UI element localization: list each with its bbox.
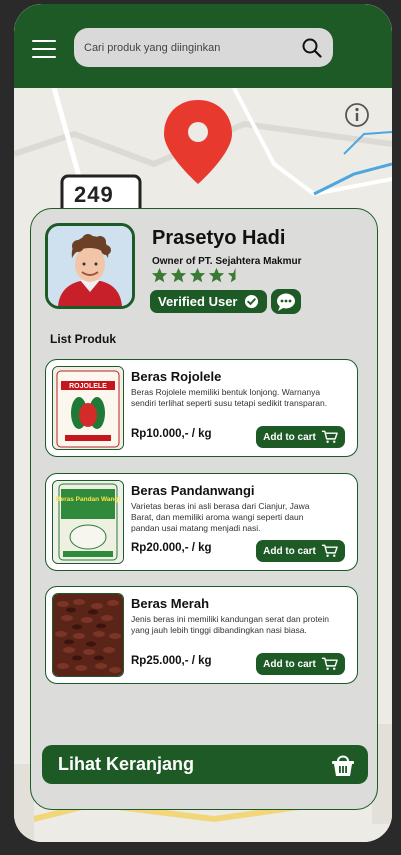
cart-icon	[321, 544, 338, 557]
verified-badge: Verified User	[150, 290, 267, 313]
view-cart-label: Lihat Keranjang	[58, 754, 195, 774]
half-star-icon	[227, 267, 236, 283]
product-price: Rp25.000,- / kg	[131, 655, 212, 667]
cart-icon	[321, 430, 338, 443]
seller-name: Prasetyo Hadi	[152, 227, 286, 249]
add-to-cart-button[interactable]: Add to cart	[256, 426, 345, 448]
view-cart-button[interactable]: Lihat Keranjang	[42, 745, 368, 784]
product-name: Beras Rojolele	[131, 369, 222, 384]
add-to-cart-label: Add to cart	[263, 545, 316, 557]
basket-icon	[332, 755, 354, 776]
info-icon[interactable]	[344, 102, 370, 128]
product-price: Rp10.000,- / kg	[131, 428, 212, 440]
product-name: Beras Merah	[131, 596, 210, 611]
product-image-merah	[52, 593, 124, 677]
add-to-cart-button[interactable]: Add to cart	[256, 653, 345, 675]
product-name: Beras Pandanwangi	[131, 483, 255, 498]
product-image-rojolele: ROJOLELE	[52, 366, 124, 450]
add-to-cart-button[interactable]: Add to cart	[256, 540, 345, 562]
top-bar	[14, 4, 392, 88]
seller-subtitle: Owner of PT. Sejahtera Makmur	[152, 256, 302, 267]
product-list-title: List Produk	[50, 332, 117, 346]
product-card-merah[interactable]: Beras Merah Jenis beras ini memiliki kan…	[45, 586, 358, 684]
cart-icon	[321, 657, 338, 670]
phone-screen: 249 Cari produk yang diinginkan Prasetyo…	[14, 4, 392, 842]
product-price: Rp20.000,- / kg	[131, 542, 212, 554]
product-card-pandanwangi[interactable]: Beras Pandan Wangi Beras Pandanwangi Var…	[45, 473, 358, 571]
add-to-cart-label: Add to cart	[263, 431, 316, 443]
chat-bubble-icon	[277, 293, 295, 311]
check-badge-icon	[244, 294, 258, 309]
search-input[interactable]	[84, 41, 301, 54]
road-number: 249	[74, 182, 114, 207]
search-bar[interactable]	[74, 28, 333, 67]
seller-avatar	[45, 223, 135, 309]
rojolele-bag-text: ROJOLELE	[69, 383, 107, 390]
menu-icon[interactable]	[32, 40, 56, 58]
search-icon[interactable]	[301, 37, 323, 59]
location-pin-icon[interactable]	[162, 96, 234, 188]
chat-button[interactable]	[271, 289, 301, 314]
rating-stars	[151, 267, 244, 284]
product-card-rojolele[interactable]: ROJOLELE Beras Rojolele Beras Rojolele m…	[45, 359, 358, 457]
add-to-cart-label: Add to cart	[263, 658, 316, 670]
star-icon	[151, 267, 168, 283]
star-icon	[170, 267, 187, 283]
pandanwangi-bag-text: Beras Pandan Wangi	[56, 496, 121, 503]
product-description: Jenis beras ini memiliki kandungan serat…	[131, 614, 329, 635]
star-icon	[189, 267, 206, 283]
product-image-pandanwangi: Beras Pandan Wangi	[52, 480, 124, 564]
verified-label: Verified User	[158, 294, 238, 309]
star-icon	[208, 267, 225, 283]
seller-card: Prasetyo Hadi Owner of PT. Sejahtera Mak…	[30, 208, 378, 810]
product-description: Beras Rojolele memiliki bentuk lonjong. …	[131, 387, 328, 408]
product-description: Varietas beras ini asli berasa dari Cian…	[131, 501, 310, 533]
